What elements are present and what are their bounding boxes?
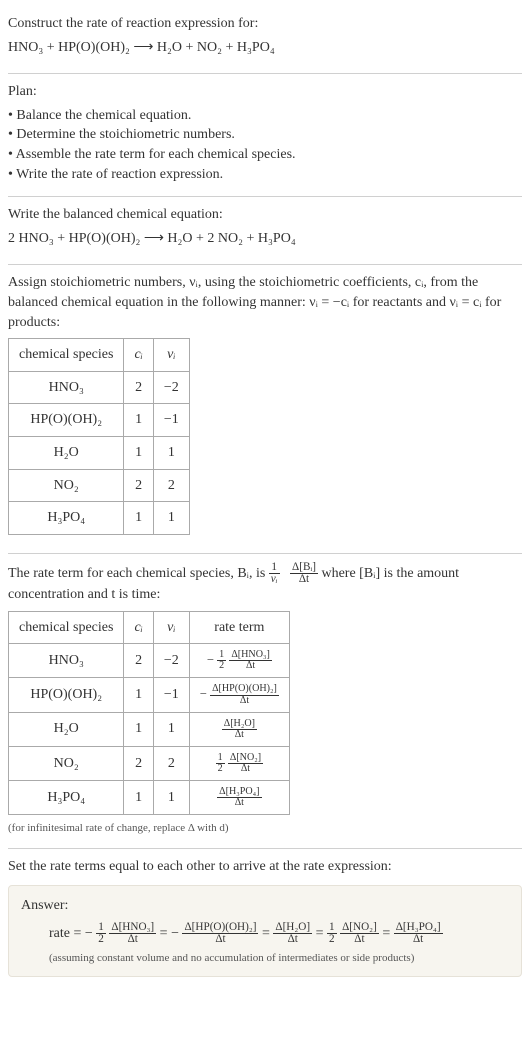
cell: 1 — [124, 404, 153, 437]
fraction: Δ[H₃PO₄]Δt — [217, 787, 261, 808]
table-row: H₂O11Δ[H₂O]Δt — [9, 712, 290, 746]
cell: NO₂ — [9, 469, 124, 502]
cell: 1 — [153, 780, 189, 814]
fraction: Δ[NO₂]Δt — [228, 753, 263, 774]
fraction: Δ[NO₂]Δt — [340, 922, 379, 945]
col-ci: cᵢ — [124, 339, 153, 372]
cell: 2 — [124, 469, 153, 502]
cell: 1 — [124, 678, 153, 712]
answer-expression: rate = − 12 Δ[HNO₃]Δt = − Δ[HP(O)(OH)₂]Δ… — [21, 922, 509, 945]
col-species: chemical species — [9, 339, 124, 372]
cell: −2 — [153, 644, 189, 678]
table-row: HNO₃2−2 — [9, 371, 190, 404]
col-vi: νᵢ — [153, 611, 189, 644]
plan-section: Plan: Balance the chemical equation. Det… — [8, 74, 522, 197]
plan-list: Balance the chemical equation. Determine… — [8, 106, 522, 184]
fraction: Δ[HP(O)(OH)₂]Δt — [182, 922, 258, 945]
rateterm-text: The rate term for each chemical species,… — [8, 562, 522, 605]
cell: 2 — [153, 469, 189, 502]
fraction: Δ[HP(O)(OH)₂]Δt — [210, 684, 279, 705]
cell: NO₂ — [9, 746, 124, 780]
fraction: Δ[H₃PO₄]Δt — [394, 922, 443, 945]
cell: −2 — [153, 371, 189, 404]
table-header-row: chemical species cᵢ νᵢ rate term — [9, 611, 290, 644]
plan-item: Write the rate of reaction expression. — [8, 165, 522, 185]
fraction: Δ[H₂O]Δt — [222, 719, 257, 740]
rateterm-note: (for infinitesimal rate of change, repla… — [8, 821, 522, 836]
one-over-nu: 1 νᵢ — [269, 562, 280, 585]
col-vi: νᵢ — [153, 339, 189, 372]
fraction: 12 — [217, 650, 226, 671]
cell: 1 — [124, 712, 153, 746]
rateterm-table: chemical species cᵢ νᵢ rate term HNO₃2−2… — [8, 611, 290, 815]
cell: 1 — [124, 780, 153, 814]
table-header-row: chemical species cᵢ νᵢ — [9, 339, 190, 372]
plan-item: Assemble the rate term for each chemical… — [8, 145, 522, 165]
setequal-section: Set the rate terms equal to each other t… — [8, 849, 522, 989]
fraction: 12 — [327, 922, 337, 945]
answer-prefix: rate = — [49, 926, 85, 941]
cell: 2 — [124, 371, 153, 404]
cell: HP(O)(OH)₂ — [9, 404, 124, 437]
cell: 1 — [153, 712, 189, 746]
dBi-over-dt: Δ[Bᵢ] Δt — [290, 562, 318, 585]
col-ci: cᵢ — [124, 611, 153, 644]
assign-section: Assign stoichiometric numbers, νᵢ, using… — [8, 265, 522, 553]
cell-rate-term: − Δ[HP(O)(OH)₂]Δt — [189, 678, 289, 712]
plan-item: Determine the stoichiometric numbers. — [8, 125, 522, 145]
table-row: NO₂2212 Δ[NO₂]Δt — [9, 746, 290, 780]
cell: −1 — [153, 404, 189, 437]
cell-rate-term: − 12 Δ[HNO₃]Δt — [189, 644, 289, 678]
fraction: 12 — [96, 922, 106, 945]
table-row: HP(O)(OH)₂1−1 — [9, 404, 190, 437]
cell-rate-term: Δ[H₃PO₄]Δt — [189, 780, 289, 814]
cell: HP(O)(OH)₂ — [9, 678, 124, 712]
fraction: Δ[H₂O]Δt — [273, 922, 312, 945]
fraction: Δ[HNO₃]Δt — [109, 922, 156, 945]
fraction: 12 — [216, 753, 225, 774]
cell: 1 — [153, 502, 189, 535]
cell-rate-term: Δ[H₂O]Δt — [189, 712, 289, 746]
col-rate: rate term — [189, 611, 289, 644]
answer-heading: Answer: — [21, 896, 509, 916]
table-row: H₂O11 — [9, 436, 190, 469]
cell-rate-term: 12 Δ[NO₂]Δt — [189, 746, 289, 780]
cell: H₂O — [9, 712, 124, 746]
fraction: Δ[HNO₃]Δt — [229, 650, 272, 671]
col-species: chemical species — [9, 611, 124, 644]
rateterm-text-a: The rate term for each chemical species,… — [8, 566, 269, 581]
assign-table: chemical species cᵢ νᵢ HNO₃2−2 HP(O)(OH)… — [8, 338, 190, 535]
answer-box: Answer: rate = − 12 Δ[HNO₃]Δt = − Δ[HP(O… — [8, 885, 522, 977]
cell: 1 — [124, 502, 153, 535]
plan-heading: Plan: — [8, 82, 522, 102]
cell: H₃PO₄ — [9, 502, 124, 535]
answer-note: (assuming constant volume and no accumul… — [21, 951, 509, 966]
cell: −1 — [153, 678, 189, 712]
cell: HNO₃ — [9, 644, 124, 678]
intro-equation: HNO₃ + HP(O)(OH)₂ ⟶ H₂O + NO₂ + H₃PO₄ — [8, 38, 522, 58]
cell: 2 — [124, 746, 153, 780]
table-row: NO₂22 — [9, 469, 190, 502]
intro-title: Construct the rate of reaction expressio… — [8, 14, 522, 34]
balanced-heading: Write the balanced chemical equation: — [8, 205, 522, 225]
assign-text: Assign stoichiometric numbers, νᵢ, using… — [8, 273, 522, 332]
intro-section: Construct the rate of reaction expressio… — [8, 6, 522, 74]
cell: 2 — [153, 746, 189, 780]
cell: 1 — [124, 436, 153, 469]
table-row: HP(O)(OH)₂1−1− Δ[HP(O)(OH)₂]Δt — [9, 678, 290, 712]
balanced-equation: 2 HNO₃ + HP(O)(OH)₂ ⟶ H₂O + 2 NO₂ + H₃PO… — [8, 229, 522, 249]
cell: 1 — [153, 436, 189, 469]
table-row: HNO₃2−2− 12 Δ[HNO₃]Δt — [9, 644, 290, 678]
balanced-section: Write the balanced chemical equation: 2 … — [8, 197, 522, 265]
table-row: H₃PO₄11Δ[H₃PO₄]Δt — [9, 780, 290, 814]
cell: H₂O — [9, 436, 124, 469]
cell: 2 — [124, 644, 153, 678]
plan-item: Balance the chemical equation. — [8, 106, 522, 126]
cell: H₃PO₄ — [9, 780, 124, 814]
rateterm-section: The rate term for each chemical species,… — [8, 554, 522, 850]
cell: HNO₃ — [9, 371, 124, 404]
setequal-text: Set the rate terms equal to each other t… — [8, 857, 522, 877]
table-row: H₃PO₄11 — [9, 502, 190, 535]
